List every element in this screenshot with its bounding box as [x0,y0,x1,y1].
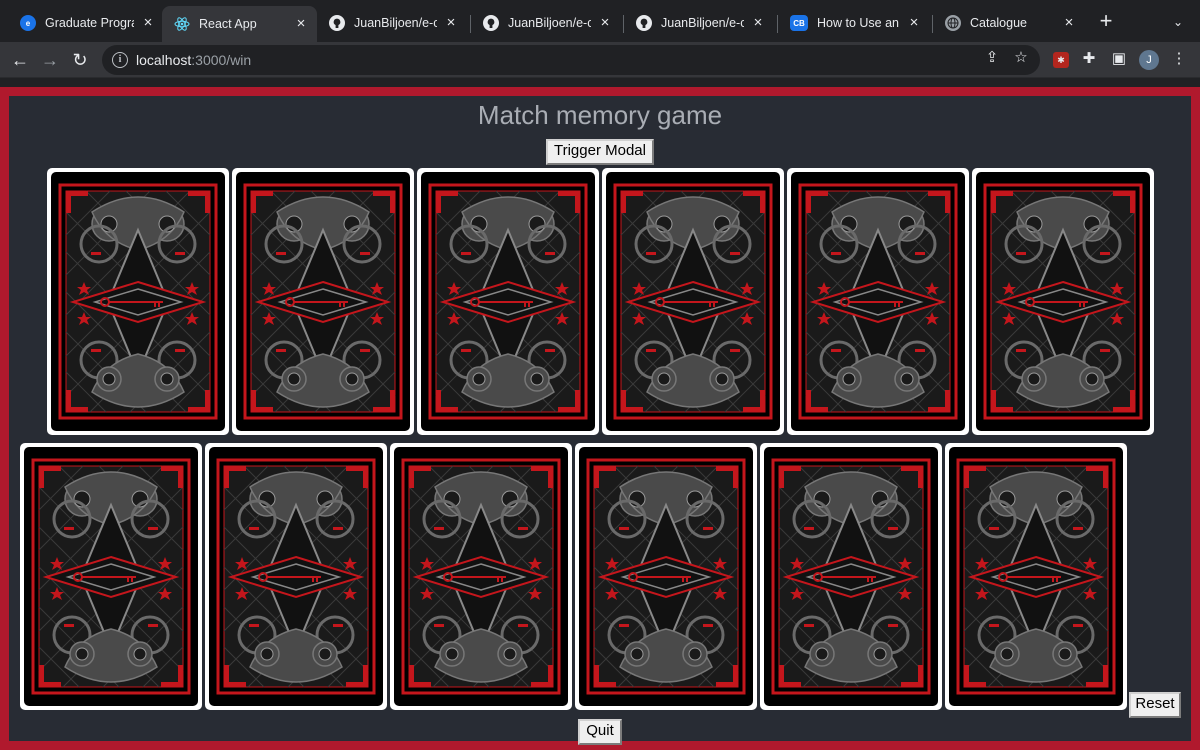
address-url: localhost:3000/win [136,52,252,68]
close-tab-icon[interactable]: × [597,15,613,31]
tab-title: React App [199,17,257,31]
memory-card[interactable] [787,168,969,435]
memory-card[interactable] [575,443,757,710]
memory-card[interactable] [20,443,202,710]
tab-github-1[interactable]: JuanBiljoen/e-con × [317,8,467,38]
forward-arrow-icon[interactable]: → [36,46,64,74]
kebab-menu-icon[interactable]: ⋮ [1168,48,1190,70]
bookmark-star-icon[interactable]: ☆ [1012,49,1030,67]
browser-tab-strip: e Graduate Program × React App × JuanBil… [0,0,1200,42]
page-title: Match memory game [477,100,723,130]
card-back-image [579,447,753,706]
card-back-image [791,172,965,431]
tab-graduate-program[interactable]: e Graduate Program × [8,8,164,38]
react-favicon-icon [174,16,190,32]
back-arrow-icon[interactable]: ← [6,46,34,74]
memory-card[interactable] [602,168,784,435]
avatar[interactable]: J [1139,50,1159,70]
close-tab-icon[interactable]: × [293,16,309,32]
tab-title: How to Use an Im [817,16,900,30]
tab-github-3[interactable]: JuanBiljoen/e-con × [624,8,774,38]
card-back-image [236,172,410,431]
memory-card[interactable] [205,443,387,710]
close-tab-icon[interactable]: × [906,15,922,31]
tab-react-app[interactable]: React App × [162,6,317,42]
card-back-image [764,447,938,706]
info-icon[interactable]: i [112,52,128,68]
globe-favicon-icon [945,15,961,31]
tab-title: JuanBiljoen/e-con [354,16,437,30]
github-favicon-icon [483,15,499,31]
memory-card[interactable] [232,168,414,435]
side-panel-icon[interactable]: ▣ [1108,48,1130,70]
share-icon[interactable]: ⇪ [983,49,1001,67]
card-back-image [976,172,1150,431]
tab-title: JuanBiljoen/e-con [508,16,591,30]
memory-card[interactable] [760,443,942,710]
close-tab-icon[interactable]: × [1061,15,1077,31]
card-back-image [949,447,1123,706]
card-back-image [24,447,198,706]
tab-title: JuanBiljoen/e-con [661,16,744,30]
card-back-image [394,447,568,706]
puzzle-extensions-icon[interactable]: ✚ [1078,48,1100,70]
memory-card[interactable] [417,168,599,435]
github-favicon-icon [329,15,345,31]
tab-github-2[interactable]: JuanBiljoen/e-con × [471,8,621,38]
edge-favicon-icon: e [20,15,36,31]
card-back-image [606,172,780,431]
close-tab-icon[interactable]: × [750,15,766,31]
close-tab-icon[interactable]: × [443,15,459,31]
tab-title: Catalogue [970,16,1027,30]
memory-card[interactable] [945,443,1127,710]
card-back-image [51,172,225,431]
page-viewport: Match memory game Trigger Modal Reset Qu… [0,79,1200,750]
new-tab-button[interactable]: + [1095,10,1117,32]
quit-button[interactable]: Quit [578,719,622,745]
extension-icon[interactable]: ✱ [1053,52,1069,68]
memory-card[interactable] [390,443,572,710]
tab-title: Graduate Program [45,16,134,30]
game-container: Match memory game Trigger Modal Reset Qu… [0,87,1200,750]
card-back-image [209,447,383,706]
browser-toolbar: ← → ↻ i localhost:3000/win ⇪ ☆ ✱ ✚ ▣ J ⋮ [0,42,1200,78]
trigger-modal-button[interactable]: Trigger Modal [546,139,654,165]
memory-card[interactable] [47,168,229,435]
github-favicon-icon [636,15,652,31]
card-back-image [421,172,595,431]
chevron-down-icon[interactable]: ⌄ [1168,12,1188,32]
tab-catalogue[interactable]: Catalogue × [933,8,1085,38]
close-tab-icon[interactable]: × [140,15,156,31]
memory-card[interactable] [972,168,1154,435]
cb-favicon-icon: CB [790,15,808,31]
address-bar[interactable]: i localhost:3000/win [102,45,1040,75]
reload-icon[interactable]: ↻ [66,46,94,74]
tab-how-to-use[interactable]: CB How to Use an Im × [778,8,930,38]
reset-button[interactable]: Reset [1129,692,1181,718]
